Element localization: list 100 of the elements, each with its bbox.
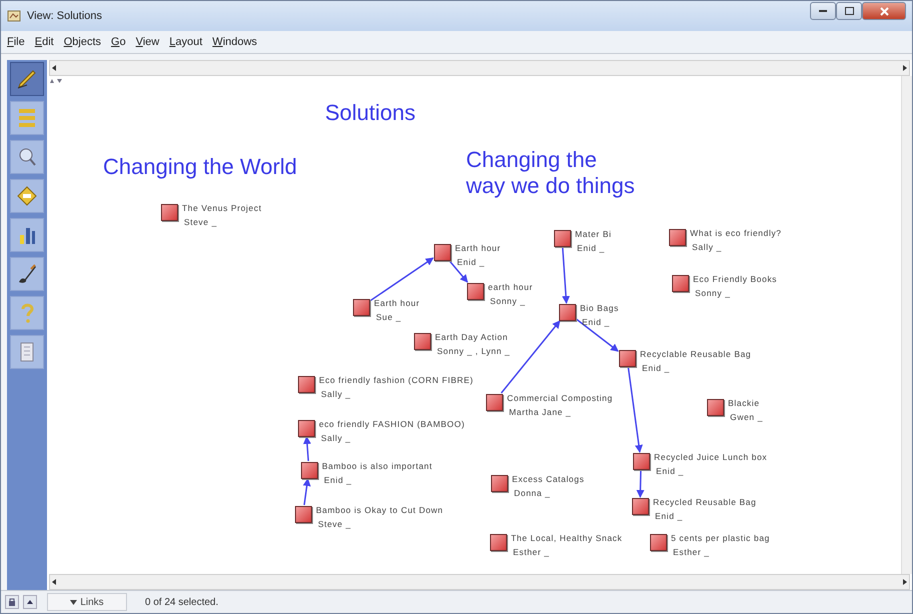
node-title: Recycled Reusable Bag xyxy=(653,496,756,509)
note-icon[interactable] xyxy=(632,498,649,515)
note-icon[interactable] xyxy=(353,299,370,316)
node-author: Enid _ xyxy=(581,316,611,329)
node-title: Mater Bi xyxy=(575,228,612,241)
node-author: Gwen _ xyxy=(729,411,763,424)
node-author: Esther _ xyxy=(672,546,710,559)
node-title: Excess Catalogs xyxy=(512,473,584,486)
minimize-button[interactable] xyxy=(810,2,836,20)
menu-item[interactable]: File xyxy=(7,36,25,48)
horizontal-scrollbar[interactable] xyxy=(49,60,910,76)
vertical-scrollbar[interactable] xyxy=(901,76,912,574)
magnifier-tool[interactable] xyxy=(10,140,44,174)
link-arrow xyxy=(302,478,311,506)
heading: Changing the World xyxy=(103,154,298,180)
node-author: Enid _ xyxy=(323,474,353,487)
node-title: The Venus Project xyxy=(182,202,262,215)
node-author: Sally _ xyxy=(691,241,723,254)
selection-count: 0 of 24 selected. xyxy=(145,596,218,608)
menu-item[interactable]: Objects xyxy=(64,36,102,48)
diamond-icon xyxy=(15,184,39,208)
node-title: Earth Day Action xyxy=(435,331,509,344)
link-arrow xyxy=(562,246,570,304)
node-author: Esther _ xyxy=(512,546,550,559)
brush-tool[interactable] xyxy=(10,257,44,291)
note-icon[interactable] xyxy=(295,506,312,523)
node-title: Bio Bags xyxy=(580,302,619,315)
up-button[interactable] xyxy=(23,595,37,609)
horizontal-scrollbar[interactable] xyxy=(49,574,910,590)
note-icon[interactable] xyxy=(672,275,689,292)
node-title: Recyclable Reusable Bag xyxy=(640,348,752,361)
note-icon[interactable] xyxy=(486,394,503,411)
note-icon[interactable] xyxy=(467,283,484,300)
note-icon[interactable] xyxy=(298,420,315,437)
note-icon[interactable] xyxy=(434,244,451,261)
note-icon[interactable] xyxy=(414,333,431,350)
node-title: Earth hour xyxy=(455,242,501,255)
node-title: Eco friendly fashion (CORN FIBRE) xyxy=(319,374,474,387)
menu-item[interactable]: Windows xyxy=(212,36,258,48)
menu-item[interactable]: Go xyxy=(111,36,126,48)
node-author: Enid _ xyxy=(654,510,684,523)
maximize-button[interactable] xyxy=(836,2,862,20)
note-icon[interactable] xyxy=(619,350,636,367)
node-title: 5 cents per plastic bag xyxy=(671,532,770,545)
bar-chart-tool[interactable] xyxy=(10,218,44,252)
close-button[interactable] xyxy=(862,2,906,20)
menu-item[interactable]: Layout xyxy=(169,36,202,48)
pencil-tool[interactable] xyxy=(10,62,44,96)
node-author: Sonny _ xyxy=(489,295,526,308)
node-title: Bamboo is also important xyxy=(322,460,432,473)
node-title: What is eco friendly? xyxy=(690,227,782,240)
menu-item[interactable]: View xyxy=(136,36,160,48)
note-icon[interactable] xyxy=(707,399,724,416)
node-author: Sally _ xyxy=(320,388,352,401)
node-author: Sonny _ xyxy=(694,287,732,300)
node-title: Bamboo is Okay to Cut Down xyxy=(316,504,444,517)
node-author: Steve _ xyxy=(317,518,352,531)
up-arrow-icon xyxy=(27,599,33,605)
note-icon[interactable] xyxy=(161,204,178,221)
link-arrow xyxy=(636,470,644,498)
node-title: The Local, Healthy Snack xyxy=(511,532,622,545)
note-icon[interactable] xyxy=(491,475,508,492)
heading: way we do things xyxy=(466,173,635,199)
node-author: Donna _ xyxy=(513,487,552,500)
page-tool[interactable] xyxy=(10,335,44,369)
node-author: Sally _ xyxy=(320,432,352,445)
node-author: Steve _ xyxy=(183,216,218,229)
node-author: Sonny _ , Lynn _ xyxy=(436,345,510,358)
node-author: Martha Jane _ xyxy=(508,406,572,419)
note-icon[interactable] xyxy=(669,229,686,246)
link-arrow xyxy=(576,318,619,352)
node-title: Commercial Composting xyxy=(507,392,613,405)
node-author: Enid _ xyxy=(576,242,606,255)
node-title: Eco Friendly Books xyxy=(693,273,778,286)
note-icon[interactable] xyxy=(554,230,571,247)
node-title: Recycled Juice Lunch box xyxy=(654,451,768,464)
node-title: eco friendly FASHION (BAMBOO) xyxy=(319,418,465,431)
menu-item[interactable]: Edit xyxy=(34,36,54,48)
note-icon[interactable] xyxy=(633,453,650,470)
lock-icon xyxy=(8,598,16,606)
node-author: Enid _ xyxy=(456,256,486,269)
note-icon[interactable] xyxy=(559,304,576,321)
diamond-tool[interactable] xyxy=(10,179,44,213)
lock-button[interactable] xyxy=(5,595,19,609)
collapse-arrows-icon[interactable] xyxy=(49,78,63,84)
node-author: Enid _ xyxy=(641,362,671,375)
links-dropdown[interactable]: Links xyxy=(47,593,127,611)
node-title: Blackie xyxy=(728,397,761,410)
note-icon[interactable] xyxy=(490,534,507,551)
maximize-icon xyxy=(844,7,854,15)
app-icon xyxy=(7,9,21,23)
note-icon[interactable] xyxy=(298,376,315,393)
link-arrow xyxy=(303,436,312,462)
caret-icon xyxy=(70,600,78,604)
node-title: Earth hour xyxy=(374,297,420,310)
node-author: Enid _ xyxy=(655,465,685,478)
heading: Changing the xyxy=(466,147,597,173)
close-icon xyxy=(880,6,888,16)
note-icon[interactable] xyxy=(301,462,318,479)
note-icon[interactable] xyxy=(650,534,667,551)
